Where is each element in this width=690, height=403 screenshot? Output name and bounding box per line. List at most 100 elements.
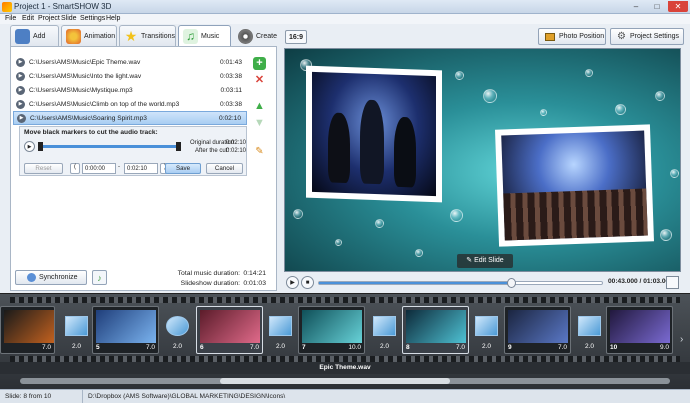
slide-timeline: ‹ › 7.0 2.0 5 7.0 2.0 6 7.0 2.0 7 10.0 2… <box>0 293 690 389</box>
play-icon[interactable]: ▶ <box>16 85 25 95</box>
timeline-slide[interactable]: 9 7.0 <box>504 306 571 354</box>
move-down-icon[interactable]: ▼ <box>253 117 266 130</box>
edit-slide-button[interactable]: ✎ Edit Slide <box>457 254 513 268</box>
menu-slide[interactable]: Slide <box>61 14 77 24</box>
minimize-button[interactable]: – <box>626 1 646 12</box>
slide-duration: 7.0 <box>455 344 465 351</box>
reset-button[interactable]: Reset <box>24 163 63 174</box>
track-item[interactable]: ▶ C:\Users\AMS\Music\Into the light.wav … <box>13 69 247 83</box>
audio-range-bar[interactable] <box>40 145 180 148</box>
track-item[interactable]: ▶ C:\Users\AMS\Music\Mystique.mp3 0:03:1… <box>13 83 247 97</box>
menu-edit[interactable]: Edit <box>22 14 34 24</box>
tab-label: Transitions <box>141 32 175 40</box>
original-duration-value: 0:02:10 <box>226 140 247 146</box>
timeline-slide[interactable]: 8 7.0 <box>402 306 469 354</box>
transition-duration: 2.0 <box>379 343 390 350</box>
fullscreen-icon[interactable] <box>666 276 679 289</box>
timeline-transition[interactable]: 2.0 <box>161 316 194 354</box>
end-time-field[interactable]: 0:02:10 <box>124 163 158 174</box>
play-icon[interactable]: ▶ <box>16 99 25 109</box>
tab-animation[interactable]: Animation <box>61 25 117 46</box>
save-button[interactable]: Save <box>165 163 201 174</box>
photo-position-button[interactable]: Photo Position <box>538 28 606 45</box>
bubble-decoration <box>293 209 303 219</box>
timeline-transition[interactable]: 2.0 <box>573 316 606 354</box>
maximize-button[interactable]: □ <box>647 1 667 12</box>
track-path: C:\Users\AMS\Music\Climb on top of the w… <box>29 100 180 108</box>
timeline-transition[interactable]: 2.0 <box>368 316 401 354</box>
tab-create[interactable]: Create <box>233 25 280 46</box>
track-item[interactable]: ▶ C:\Users\AMS\Music\Epic Theme.wav 0:01… <box>13 55 247 69</box>
menu-file[interactable]: File <box>5 14 16 24</box>
timeline-slide[interactable]: 7.0 <box>0 306 55 354</box>
music-settings-button[interactable]: ♪ <box>92 270 107 285</box>
menu-project[interactable]: Project <box>38 14 60 24</box>
slide-duration: 7.0 <box>41 344 51 351</box>
track-item-selected[interactable]: ▶ C:\Users\AMS\Music\Soaring Spirit.mp3 … <box>13 111 247 125</box>
menu-settings[interactable]: Settings <box>80 14 105 24</box>
tab-music[interactable]: ♫ Music <box>178 25 231 46</box>
add-photo-icon <box>15 28 30 44</box>
track-duration: 0:03:38 <box>220 100 242 108</box>
timeline-slide[interactable]: 5 7.0 <box>92 306 159 354</box>
transition-duration: 2.0 <box>481 343 492 350</box>
slide-number: 10 <box>610 344 618 351</box>
concert-crowd-photo[interactable] <box>495 124 654 247</box>
slide-number: 5 <box>96 344 100 351</box>
bubble-decoration <box>655 91 665 101</box>
timeline-transition[interactable]: 2.0 <box>470 316 503 354</box>
start-time-field[interactable]: 0:00:00 <box>82 163 116 174</box>
slide-duration: 10.0 <box>348 344 361 351</box>
timeline-transition[interactable]: 2.0 <box>264 316 297 354</box>
total-music-label: Total music duration: <box>177 270 240 277</box>
play-icon[interactable]: ▶ <box>16 57 25 67</box>
transition-duration: 2.0 <box>71 343 82 350</box>
window-title: Project 1 - SmartSHOW 3D <box>14 2 112 11</box>
timeline-slide[interactable]: 10 9.0 <box>606 306 673 354</box>
slideshow-duration-value: 0:01:03 <box>243 280 266 287</box>
concert-band-photo[interactable] <box>306 65 442 203</box>
music-note-icon: ♫ <box>183 28 198 44</box>
timeline-scroll-thumb[interactable] <box>220 378 450 384</box>
play-icon[interactable]: ▶ <box>24 141 35 152</box>
play-icon[interactable]: ▶ <box>17 113 26 123</box>
end-marker[interactable] <box>176 142 181 151</box>
start-marker[interactable] <box>38 142 43 151</box>
cancel-button[interactable]: Cancel <box>206 163 243 174</box>
slide-duration: 7.0 <box>557 344 567 351</box>
sync-icon <box>27 273 36 282</box>
tab-add[interactable]: Add <box>10 25 59 46</box>
track-item[interactable]: ▶ C:\Users\AMS\Music\Climb on top of the… <box>13 97 247 111</box>
timeline-scrollbar[interactable] <box>20 378 670 384</box>
aspect-ratio-button[interactable]: 16:9 <box>285 30 307 44</box>
add-music-icon[interactable]: + <box>253 57 266 70</box>
synchronize-button[interactable]: Synchronize <box>15 270 87 285</box>
playback-knob[interactable] <box>507 278 517 288</box>
timeline-transition[interactable]: 2.0 <box>60 316 93 354</box>
menu-bar: File Edit Project Slide Settings Help <box>0 14 690 24</box>
timeline-slide[interactable]: 7 10.0 <box>298 306 365 354</box>
slide-number: 8 <box>406 344 410 351</box>
move-up-icon[interactable]: ▲ <box>253 100 266 113</box>
edit-audio-icon[interactable]: ✎ <box>253 145 266 158</box>
play-icon[interactable]: ▶ <box>16 71 25 81</box>
scroll-right-icon[interactable]: › <box>680 334 683 345</box>
slide-number: 6 <box>200 344 204 351</box>
stop-button[interactable]: ■ <box>301 276 314 289</box>
slide-preview[interactable]: ✎ Edit Slide <box>284 48 681 272</box>
tab-transitions[interactable]: ★ Transitions <box>119 25 176 46</box>
close-button[interactable]: ✕ <box>668 1 688 12</box>
transition-duration: 2.0 <box>584 343 595 350</box>
set-start-button[interactable]: ( <box>70 163 80 174</box>
timeline-slide-selected[interactable]: 6 7.0 <box>196 306 263 354</box>
bubble-decoration <box>375 219 384 228</box>
play-button[interactable]: ▶ <box>286 276 299 289</box>
track-path: C:\Users\AMS\Music\Epic Theme.wav <box>29 58 141 66</box>
bubble-decoration <box>415 249 423 257</box>
playback-progress <box>319 282 512 284</box>
project-settings-button[interactable]: ⚙ Project Settings <box>610 28 684 45</box>
delete-icon[interactable]: ✕ <box>253 74 266 87</box>
playback-track[interactable] <box>318 278 603 288</box>
menu-help[interactable]: Help <box>106 14 120 24</box>
tab-label: Create <box>256 32 278 40</box>
